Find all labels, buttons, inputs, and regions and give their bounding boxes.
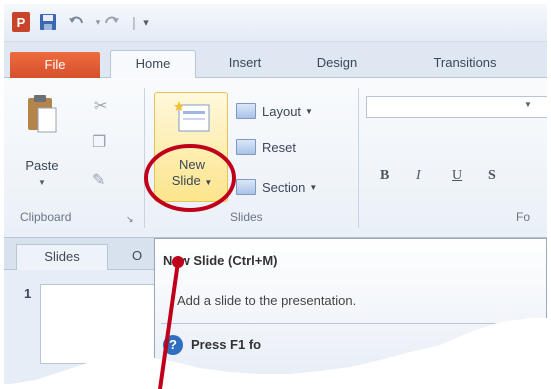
new-slide-dropdown-icon[interactable]: ▼ bbox=[204, 178, 212, 187]
new-slide-button[interactable]: New Slide ▼ bbox=[154, 92, 228, 202]
tab-transitions[interactable]: Transitions bbox=[400, 50, 530, 78]
tooltip-title: New Slide (Ctrl+M) bbox=[163, 253, 278, 268]
slides-pane: 1 bbox=[4, 270, 164, 384]
slide-number: 1 bbox=[24, 286, 32, 301]
new-slide-icon bbox=[174, 101, 210, 132]
format-painter-icon[interactable]: ✎ bbox=[92, 170, 105, 190]
italic-button[interactable]: I bbox=[416, 168, 421, 184]
bold-button[interactable]: B bbox=[380, 168, 389, 184]
tooltip-help-text: Press F1 fo bbox=[191, 337, 262, 352]
powerpoint-window: P ▾ | ▾ File Home Insert Design Transiti… bbox=[4, 4, 547, 384]
help-icon: ? bbox=[163, 335, 183, 355]
save-icon[interactable] bbox=[38, 12, 58, 32]
layout-button[interactable]: Layout ▼ bbox=[236, 100, 313, 122]
tab-design[interactable]: Design bbox=[300, 50, 374, 78]
slides-group-label: Slides bbox=[230, 210, 263, 224]
reset-icon bbox=[236, 139, 256, 155]
clipboard-group-label: Clipboard bbox=[20, 210, 72, 224]
reset-button[interactable]: Reset bbox=[236, 136, 296, 158]
tab-slides[interactable]: Slides bbox=[16, 244, 108, 270]
shadow-button[interactable]: S bbox=[488, 168, 496, 184]
screenshot-paper: P ▾ | ▾ File Home Insert Design Transiti… bbox=[0, 0, 551, 384]
section-label: Section bbox=[262, 179, 306, 195]
font-group-label: Fo bbox=[516, 210, 531, 224]
tooltip-description: Add a slide to the presentation. bbox=[177, 293, 357, 308]
tab-outline[interactable]: O bbox=[118, 244, 158, 270]
section-icon bbox=[236, 179, 256, 195]
paste-label: Paste bbox=[25, 158, 59, 173]
new-slide-label-line1: New bbox=[178, 157, 205, 172]
layout-dropdown-icon: ▼ bbox=[305, 106, 313, 116]
slide-thumbnail[interactable] bbox=[40, 284, 160, 364]
reset-label: Reset bbox=[262, 139, 296, 155]
layout-label: Layout bbox=[262, 103, 302, 119]
section-dropdown-icon: ▼ bbox=[309, 182, 318, 192]
new-slide-label-line2: Slide bbox=[171, 173, 201, 188]
section-button[interactable]: Section ▼ bbox=[236, 176, 317, 198]
layout-icon bbox=[236, 103, 256, 119]
redo-icon[interactable] bbox=[102, 12, 122, 32]
tooltip-divider bbox=[161, 323, 541, 324]
new-slide-tooltip: New Slide (Ctrl+M) Add a slide to the pr… bbox=[154, 238, 547, 384]
home-ribbon: Paste ▼ ✂ ❐ ✎ Clipboard ↘ New Slide ▼ La… bbox=[4, 78, 547, 238]
undo-icon[interactable] bbox=[66, 12, 86, 32]
clipboard-launcher-icon[interactable]: ↘ bbox=[126, 214, 134, 225]
group-separator bbox=[358, 88, 359, 228]
font-name-box[interactable] bbox=[366, 96, 547, 118]
tab-insert[interactable]: Insert bbox=[210, 50, 280, 78]
tab-file[interactable]: File bbox=[10, 52, 100, 78]
paste-button[interactable]: Paste ▼ bbox=[18, 90, 66, 198]
customize-qat-icon[interactable]: ▾ bbox=[136, 12, 156, 32]
powerpoint-logo-icon: P bbox=[12, 12, 30, 32]
cut-icon[interactable]: ✂ bbox=[94, 96, 107, 116]
ribbon-tabs: File Home Insert Design Transitions bbox=[4, 42, 547, 79]
group-separator bbox=[144, 88, 145, 228]
font-dropdown-icon[interactable]: ▼ bbox=[524, 100, 532, 109]
tab-home[interactable]: Home bbox=[110, 50, 196, 79]
paste-dropdown-icon[interactable]: ▼ bbox=[18, 178, 66, 187]
new-slide-label: New Slide ▼ bbox=[155, 157, 229, 191]
quick-access-toolbar: P ▾ | ▾ bbox=[4, 4, 547, 42]
underline-button[interactable]: U bbox=[452, 168, 462, 184]
paste-icon bbox=[28, 95, 57, 133]
copy-icon[interactable]: ❐ bbox=[92, 132, 106, 152]
